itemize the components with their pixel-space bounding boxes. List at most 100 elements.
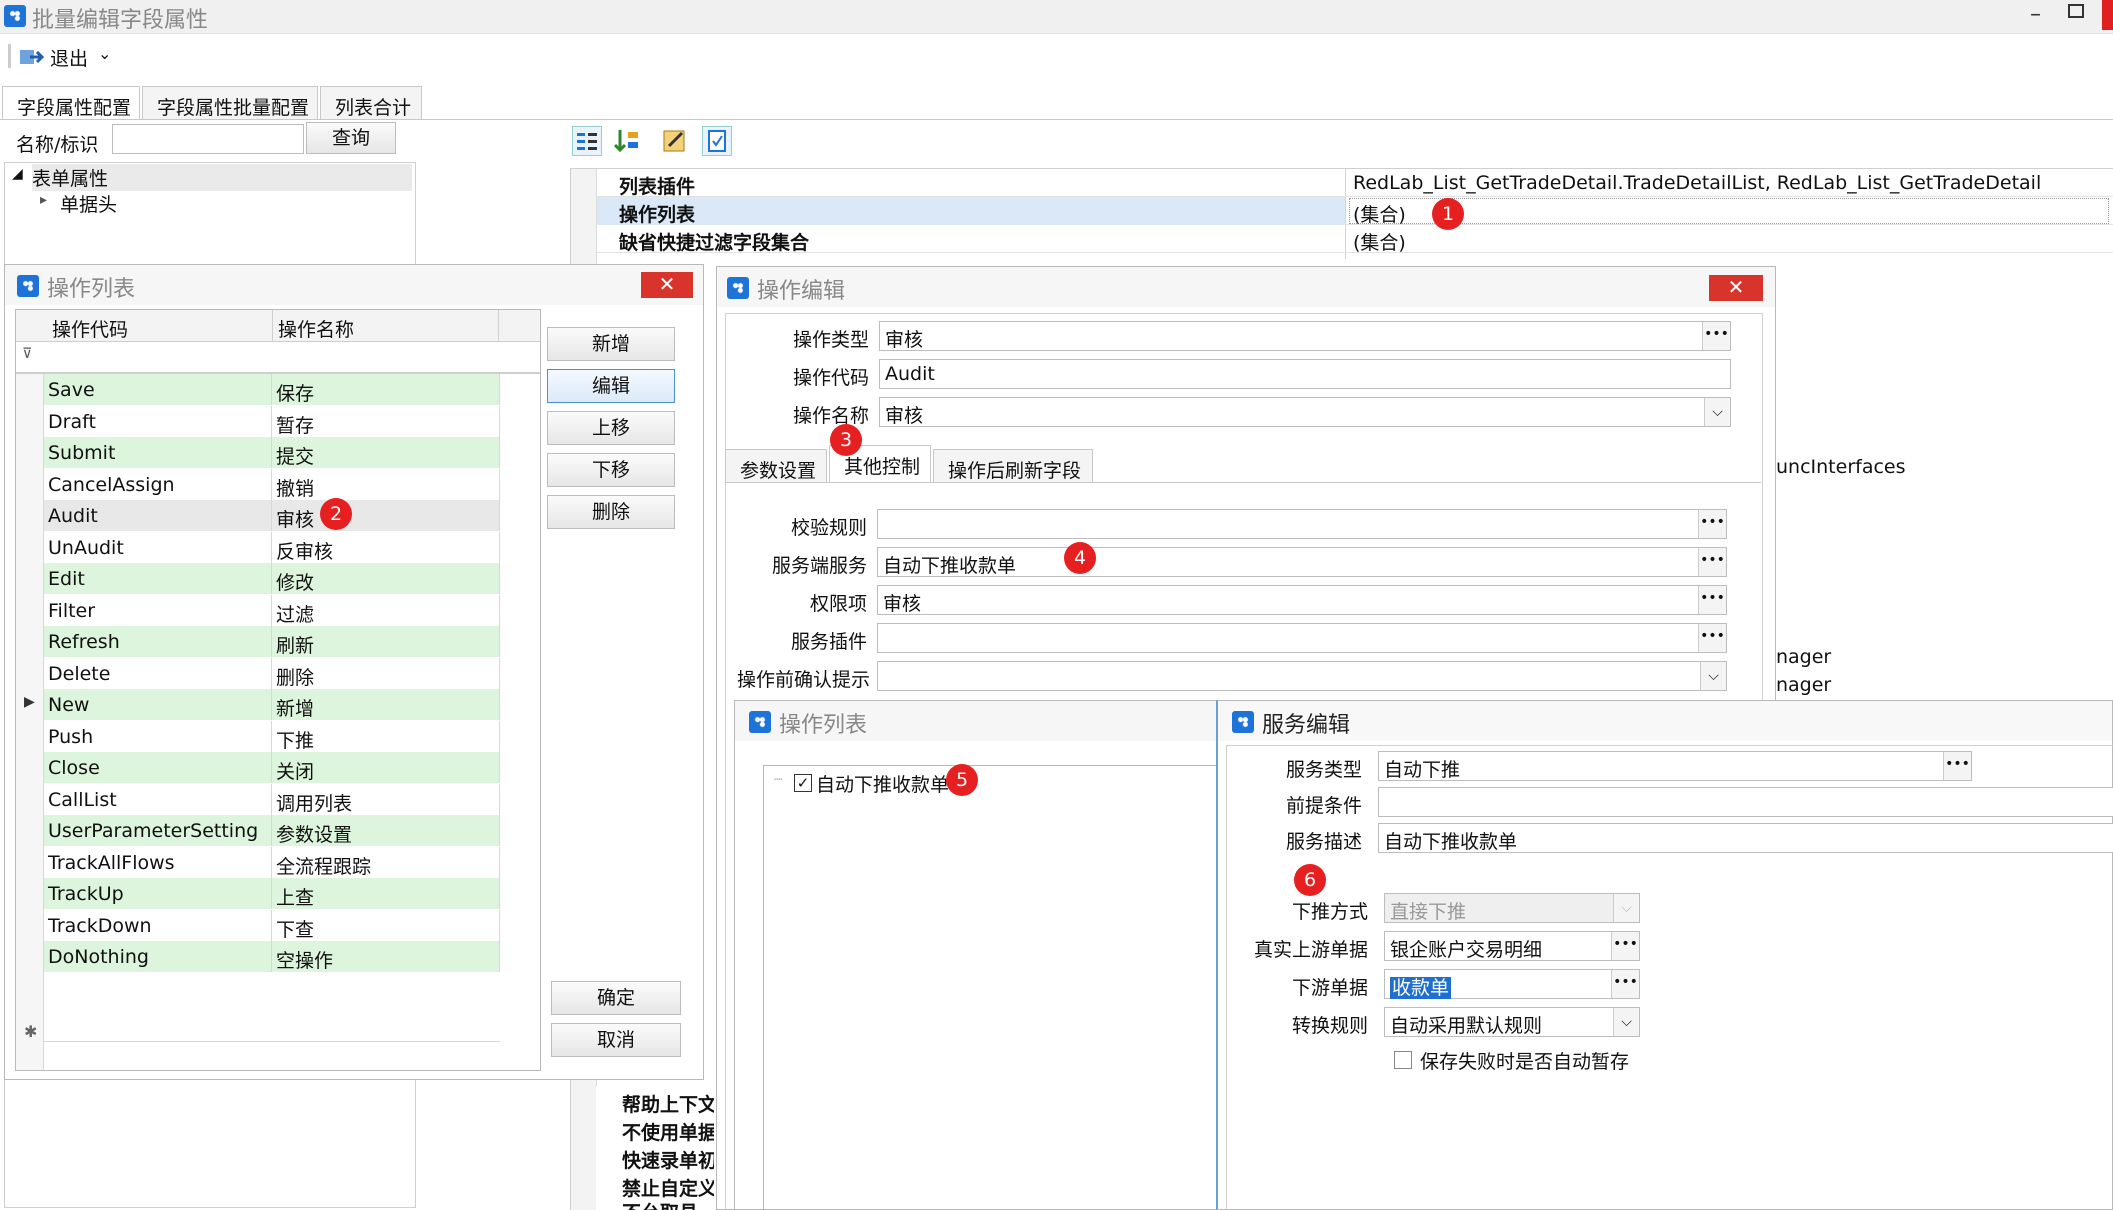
op-code-cell[interactable]: CallList: [44, 783, 272, 815]
op-name-cell[interactable]: 修改: [272, 563, 500, 594]
new-row[interactable]: [44, 1010, 500, 1042]
table-row[interactable]: DoNothing 空操作: [44, 941, 500, 972]
property-row[interactable]: 缺省快捷过滤字段集合 (集合): [597, 225, 2113, 254]
table-row[interactable]: Filter 过滤: [44, 594, 500, 626]
tree-child-node[interactable]: 单据头: [60, 190, 117, 217]
service-checkbox[interactable]: ✓: [794, 774, 812, 792]
minimize-icon[interactable]: –: [2030, 2, 2041, 27]
auto-draft-checkbox[interactable]: [1394, 1051, 1412, 1069]
op-code-field[interactable]: Audit: [879, 359, 1731, 389]
permission-field[interactable]: 审核 •••: [877, 585, 1727, 615]
op-name-cell[interactable]: 全流程跟踪: [272, 846, 500, 878]
table-row[interactable]: Refresh 刷新: [44, 626, 500, 657]
op-name-cell[interactable]: 刷新: [272, 626, 500, 657]
op-code-cell[interactable]: UserParameterSetting: [44, 815, 272, 846]
table-row[interactable]: Save 保存: [44, 374, 500, 405]
service-tree-item[interactable]: 自动下推收款单: [816, 770, 949, 797]
ellipsis-button[interactable]: •••: [1611, 970, 1639, 998]
edit-pages-icon[interactable]: [660, 126, 690, 156]
table-row[interactable]: Audit 审核: [44, 500, 500, 531]
close-icon[interactable]: ✕: [641, 272, 693, 298]
tree-collapse-icon[interactable]: ◢: [12, 166, 23, 182]
table-row[interactable]: UnAudit 反审核: [44, 531, 500, 563]
ellipsis-button[interactable]: •••: [1698, 510, 1726, 538]
edit-button[interactable]: 编辑: [547, 369, 675, 403]
ellipsis-button[interactable]: •••: [1611, 932, 1639, 960]
op-code-cell[interactable]: TrackDown: [44, 909, 272, 941]
op-code-cell[interactable]: New: [44, 689, 272, 720]
property-row-selected[interactable]: 操作列表 (集合): [597, 197, 2113, 226]
cancel-button[interactable]: 取消: [551, 1023, 681, 1057]
op-code-cell[interactable]: Audit: [44, 500, 272, 531]
op-name-cell[interactable]: 反审核: [272, 531, 500, 563]
op-code-cell[interactable]: Refresh: [44, 626, 272, 657]
op-name-select[interactable]: 审核 ⌵: [879, 397, 1731, 427]
service-plugin-field[interactable]: •••: [877, 623, 1727, 653]
op-name-cell[interactable]: 调用列表: [272, 783, 500, 815]
tree-expand-icon[interactable]: ▸: [40, 192, 47, 208]
tab-list-total[interactable]: 列表合计: [320, 86, 422, 120]
op-code-cell[interactable]: Save: [44, 374, 272, 405]
op-name-cell[interactable]: 上查: [272, 878, 500, 909]
table-row[interactable]: Push 下推: [44, 720, 500, 752]
ellipsis-button[interactable]: •••: [1702, 322, 1730, 350]
tree-root-node[interactable]: 表单属性: [32, 164, 412, 191]
move-up-button[interactable]: 上移: [547, 411, 675, 445]
op-code-cell[interactable]: Draft: [44, 405, 272, 437]
ellipsis-button[interactable]: •••: [1698, 624, 1726, 652]
ok-button[interactable]: 确定: [551, 981, 681, 1015]
pre-confirm-select[interactable]: ⌵: [877, 661, 1727, 691]
op-code-cell[interactable]: CancelAssign: [44, 468, 272, 500]
service-desc-field[interactable]: 自动下推收款单: [1378, 823, 2113, 853]
op-code-cell[interactable]: Close: [44, 752, 272, 783]
column-header-code[interactable]: 操作代码: [52, 315, 128, 342]
op-name-cell[interactable]: 过滤: [272, 594, 500, 626]
close-icon[interactable]: ✕: [1709, 275, 1763, 301]
op-name-cell[interactable]: 参数设置: [272, 815, 500, 846]
precondition-field[interactable]: [1378, 787, 2113, 817]
op-code-cell[interactable]: UnAudit: [44, 531, 272, 563]
op-code-cell[interactable]: Push: [44, 720, 272, 752]
table-row[interactable]: Draft 暂存: [44, 405, 500, 437]
op-name-cell[interactable]: 空操作: [272, 941, 500, 972]
sort-az-icon[interactable]: [612, 126, 642, 156]
op-name-cell[interactable]: 暂存: [272, 405, 500, 437]
categorize-icon[interactable]: [572, 126, 602, 156]
op-code-cell[interactable]: TrackUp: [44, 878, 272, 909]
table-row[interactable]: Edit 修改: [44, 563, 500, 594]
column-header-name[interactable]: 操作名称: [278, 315, 354, 342]
tab-field-attr-batch-config[interactable]: 字段属性批量配置: [142, 86, 318, 120]
exit-icon[interactable]: [18, 46, 45, 68]
op-name-cell[interactable]: 审核: [272, 500, 500, 531]
table-row[interactable]: TrackDown 下查: [44, 909, 500, 941]
upstream-doc-field[interactable]: 银企账户交易明细 •••: [1384, 931, 1640, 961]
op-code-cell[interactable]: Submit: [44, 437, 272, 468]
search-input[interactable]: [112, 124, 304, 154]
op-code-cell[interactable]: TrackAllFlows: [44, 846, 272, 878]
op-grid-filter-row[interactable]: ⊽: [16, 342, 540, 374]
downstream-doc-field[interactable]: 收款单 •••: [1384, 969, 1640, 999]
ellipsis-button[interactable]: •••: [1943, 752, 1971, 780]
table-row[interactable]: CancelAssign 撤销: [44, 468, 500, 500]
restore-icon[interactable]: [2068, 4, 2084, 18]
op-name-cell[interactable]: 新增: [272, 689, 500, 720]
table-row[interactable]: Delete 删除: [44, 657, 500, 689]
table-row[interactable]: Close 关闭: [44, 752, 500, 783]
validation-rule-field[interactable]: •••: [877, 509, 1727, 539]
op-name-cell[interactable]: 删除: [272, 657, 500, 689]
exit-button[interactable]: 退出: [50, 44, 88, 71]
table-row[interactable]: Submit 提交: [44, 437, 500, 468]
table-row[interactable]: UserParameterSetting 参数设置: [44, 815, 500, 846]
ellipsis-button[interactable]: •••: [1698, 586, 1726, 614]
property-pages-icon[interactable]: [702, 126, 732, 156]
table-row[interactable]: New 新增: [44, 689, 500, 720]
close-icon[interactable]: [2102, 0, 2113, 30]
table-row[interactable]: TrackAllFlows 全流程跟踪: [44, 846, 500, 878]
move-down-button[interactable]: 下移: [547, 453, 675, 487]
tab-field-attr-config[interactable]: 字段属性配置: [2, 86, 140, 120]
op-name-cell[interactable]: 下查: [272, 909, 500, 941]
op-name-cell[interactable]: 关闭: [272, 752, 500, 783]
server-service-field[interactable]: 自动下推收款单 •••: [877, 547, 1727, 577]
service-type-field[interactable]: 自动下推 •••: [1378, 751, 1972, 781]
op-code-cell[interactable]: Delete: [44, 657, 272, 689]
